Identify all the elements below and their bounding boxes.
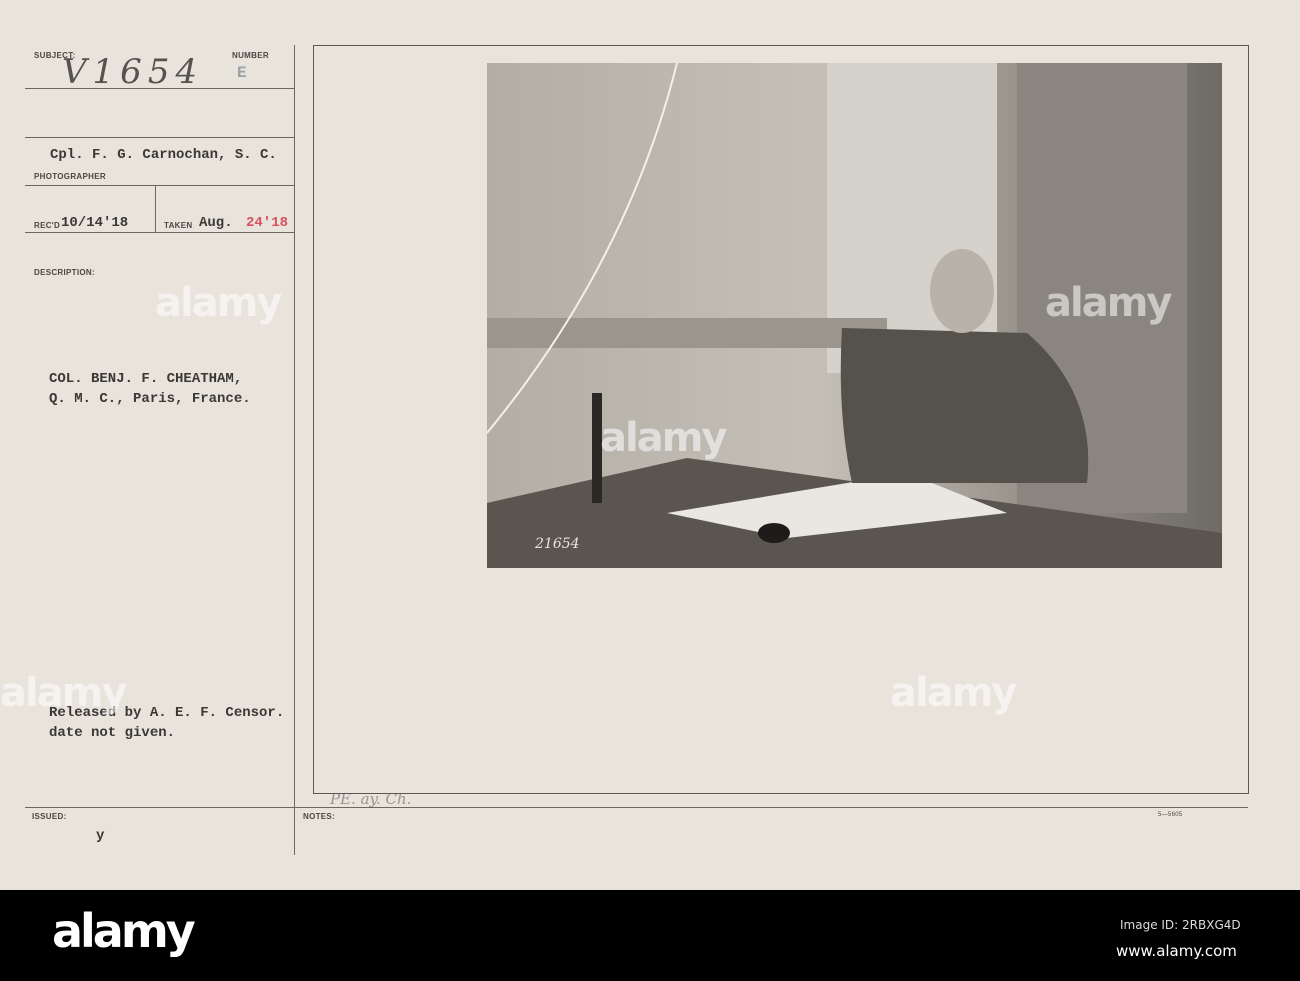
watermark-footer: alamy Image ID: 2RBXG4D www.alamy.com — [0, 890, 1300, 981]
watermark-logo: alamy — [600, 415, 727, 461]
subject-value: V1654 — [62, 52, 204, 92]
alamy-url[interactable]: www.alamy.com — [1116, 942, 1237, 960]
divider — [25, 807, 1248, 808]
image-id: Image ID: 2RBXG4D — [1120, 918, 1241, 932]
received-value: 10/14'18 — [61, 215, 129, 231]
crack-line — [487, 63, 678, 434]
taken-day: 24'18 — [246, 215, 289, 231]
inkwell — [758, 523, 790, 543]
issued-label: ISSUED: — [32, 812, 67, 821]
alamy-logo: alamy — [52, 904, 196, 958]
description-line-1: COL. BENJ. F. CHEATHAM, — [49, 371, 243, 387]
column-divider — [294, 45, 295, 855]
censor-line-2: date not given. — [49, 725, 176, 741]
watermark-logo: alamy — [1045, 280, 1172, 326]
number-value: E — [237, 64, 247, 82]
divider — [155, 185, 156, 232]
side-table — [487, 318, 887, 348]
form-number: 5—5605 — [1158, 812, 1183, 818]
taken-label: TAKEN — [164, 221, 193, 230]
divider — [25, 185, 294, 186]
record-card: SUBJECT: V1654 NUMBER E Cpl. F. G. Carno… — [0, 0, 1300, 890]
watermark-logo: alamy — [155, 280, 282, 326]
taken-month: Aug. — [199, 215, 233, 231]
received-label: REC'D — [34, 221, 61, 230]
number-label: NUMBER — [232, 51, 269, 60]
description-line-2: Q. M. C., Paris, France. — [49, 391, 251, 407]
issued-value: y — [96, 828, 105, 844]
divider — [25, 137, 294, 138]
photographer-label: PHOTOGRAPHER — [34, 172, 106, 181]
photo-number: 21654 — [534, 536, 580, 552]
photographer-name: Cpl. F. G. Carnochan, S. C. — [50, 147, 277, 163]
divider — [25, 232, 294, 233]
watermark-logo: alamy — [890, 670, 1017, 716]
description-label: DESCRIPTION: — [34, 268, 95, 277]
officer-face — [930, 249, 994, 333]
watermark-logo: alamy — [0, 670, 127, 716]
notes-label: NOTES: — [303, 812, 336, 821]
